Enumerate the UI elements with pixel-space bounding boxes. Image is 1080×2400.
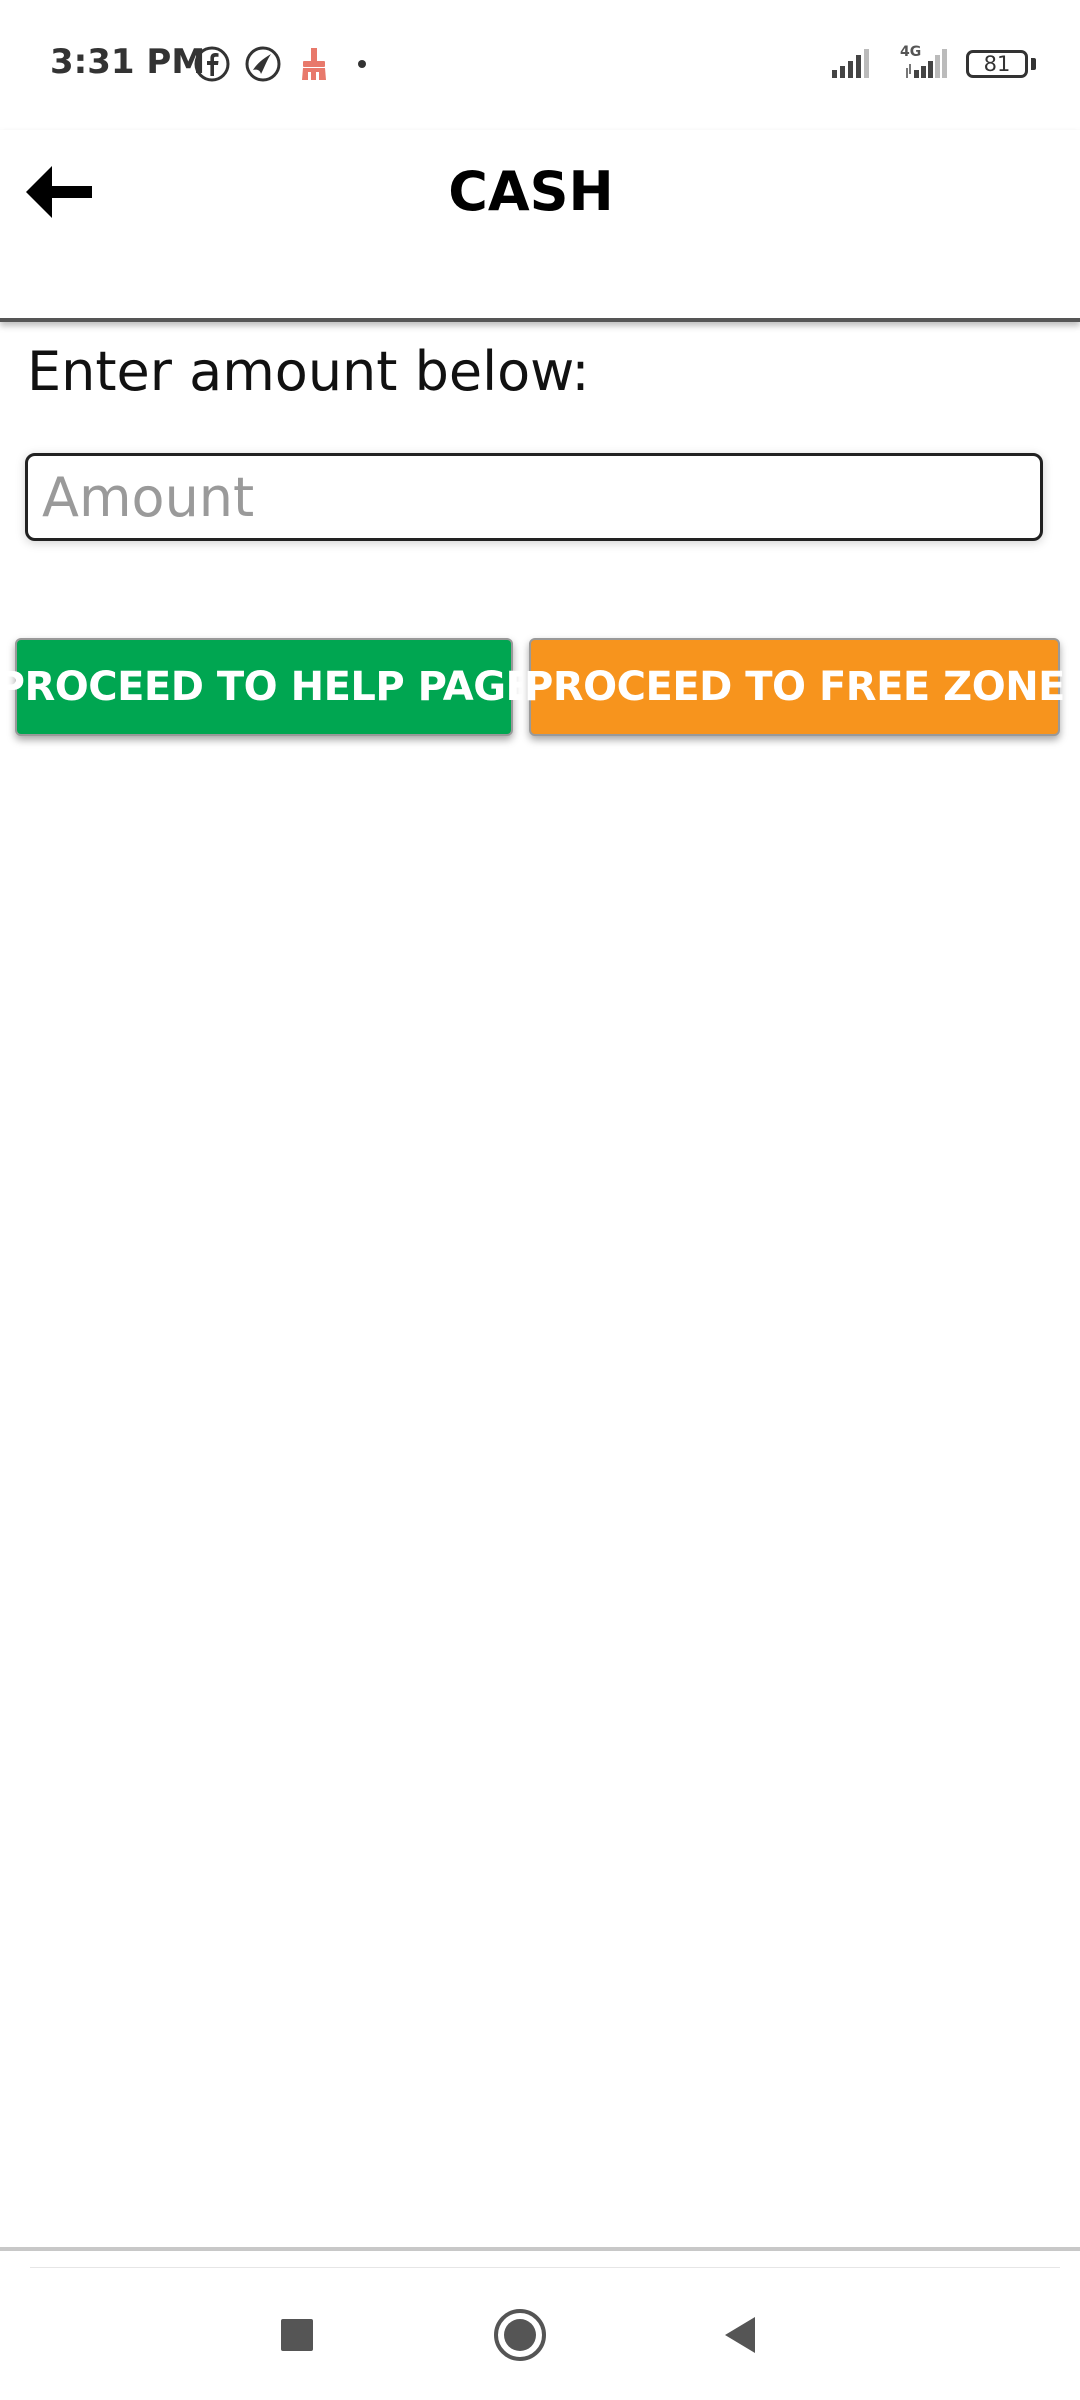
amount-input[interactable] [25, 453, 1043, 541]
amount-prompt-label: Enter amount below: [27, 340, 590, 403]
battery-tip [1031, 58, 1036, 70]
facebook-icon [192, 44, 232, 84]
nav-bar-divider [0, 2247, 1080, 2251]
cleaner-icon [294, 44, 334, 84]
browser-icon [243, 44, 283, 84]
square-icon [281, 2319, 313, 2351]
circle-icon [494, 2309, 546, 2361]
proceed-to-free-zone-button[interactable]: PROCEED TO FREE ZONE [524, 638, 1066, 736]
proceed-to-help-page-button[interactable]: PROCEED TO HELP PAGE [0, 638, 533, 736]
signal-strength-4g-icon [906, 46, 950, 80]
home-button[interactable] [485, 2300, 555, 2370]
app-header: CASH [0, 130, 1080, 322]
recents-button[interactable] [262, 2300, 332, 2370]
battery-icon: 81 [966, 50, 1028, 78]
nav-bar-divider-thin [30, 2267, 1060, 2268]
nav-back-button[interactable] [706, 2300, 776, 2370]
status-time: 3:31 PM [50, 42, 206, 82]
notification-dot-icon [358, 60, 366, 68]
status-bar: 3:31 PM 4G 81 [0, 0, 1080, 130]
triangle-back-icon [725, 2317, 755, 2353]
page-title: CASH [448, 160, 614, 223]
signal-strength-icon [830, 46, 874, 80]
